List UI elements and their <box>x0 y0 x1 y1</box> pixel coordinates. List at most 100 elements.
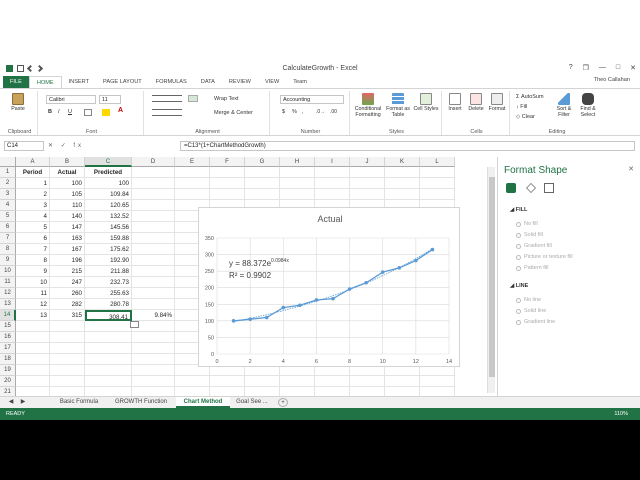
table-cell[interactable]: 196 <box>50 255 85 266</box>
grid-cell[interactable] <box>210 376 245 387</box>
grid-cell[interactable] <box>385 376 420 387</box>
sheet-tab-growth-function[interactable]: GROWTH Function <box>108 397 174 408</box>
row-header[interactable]: 15 <box>0 321 16 332</box>
new-sheet-icon[interactable]: + <box>278 398 288 407</box>
table-cell[interactable]: 10 <box>16 277 50 288</box>
row-header[interactable]: 13 <box>0 299 16 310</box>
grid-cell[interactable] <box>132 299 175 310</box>
align-top-icon[interactable] <box>152 95 182 102</box>
vertical-scrollbar[interactable] <box>487 167 495 393</box>
chart[interactable]: Actual 0 50 100 150 200 250 300 350 0 2 4 6 8 10 12 14 … <box>198 207 460 367</box>
grid-cell[interactable] <box>315 376 350 387</box>
column-header[interactable]: L <box>420 157 455 167</box>
grid-cell[interactable] <box>132 354 175 365</box>
bold-button[interactable]: B <box>48 109 52 115</box>
grid-cell[interactable] <box>245 376 280 387</box>
table-cell[interactable]: 109.84 <box>85 189 132 200</box>
grid-cell[interactable] <box>16 376 50 387</box>
row-header[interactable]: 7 <box>0 233 16 244</box>
grid-cell[interactable] <box>132 233 175 244</box>
help-button[interactable]: ? <box>569 64 573 72</box>
tab-insert[interactable]: INSERT <box>62 76 96 88</box>
name-box[interactable]: C14 <box>4 141 44 151</box>
data-point[interactable] <box>380 270 385 274</box>
grid-cell[interactable] <box>420 178 455 189</box>
grid-cell[interactable] <box>132 178 175 189</box>
font-size-select[interactable]: 11 <box>99 95 121 104</box>
pattern-fill-option[interactable]: Pattern fill <box>516 265 548 271</box>
grid-cell[interactable] <box>175 376 210 387</box>
font-color-icon[interactable]: A <box>118 107 123 114</box>
grid-cell[interactable] <box>50 343 85 354</box>
table-cell[interactable]: 247 <box>50 277 85 288</box>
sheet-tab-goal-seek[interactable]: Goal See ... <box>232 397 272 408</box>
size-properties-icon[interactable] <box>544 183 554 193</box>
select-all-corner[interactable] <box>0 157 16 167</box>
tab-file[interactable]: FILE <box>3 76 29 88</box>
table-cell[interactable]: 2 <box>16 189 50 200</box>
grid-cell[interactable] <box>132 200 175 211</box>
table-cell[interactable]: 5 <box>16 222 50 233</box>
row-header[interactable]: 8 <box>0 244 16 255</box>
grid-cell[interactable] <box>210 167 245 178</box>
grid-cell[interactable] <box>85 321 132 332</box>
format-as-table-button[interactable]: Format as Table <box>384 93 412 118</box>
find-select-button[interactable]: Find & Select <box>576 93 600 118</box>
autosum-button[interactable]: Σ AutoSum <box>516 94 544 100</box>
growth-rate-cell[interactable]: 9.84% <box>132 310 175 321</box>
column-header[interactable]: D <box>132 157 175 167</box>
grid-cell[interactable] <box>132 365 175 376</box>
grid-cell[interactable] <box>280 167 315 178</box>
grid-cell[interactable] <box>210 178 245 189</box>
grid-cell[interactable] <box>350 178 385 189</box>
paste-button[interactable]: Paste <box>4 93 32 112</box>
table-cell[interactable]: 255.63 <box>85 288 132 299</box>
table-cell[interactable]: 3 <box>16 200 50 211</box>
increase-decimal-icon[interactable]: .0→ <box>316 109 325 115</box>
table-cell[interactable]: 13 <box>16 310 50 321</box>
grid-cell[interactable] <box>50 354 85 365</box>
grid-cell[interactable] <box>350 376 385 387</box>
column-header[interactable]: E <box>175 157 210 167</box>
table-cell[interactable]: 100 <box>85 178 132 189</box>
table-cell[interactable]: 12 <box>16 299 50 310</box>
grid-cell[interactable] <box>245 189 280 200</box>
table-header-cell[interactable]: Period <box>16 167 50 178</box>
grid-cell[interactable] <box>210 189 245 200</box>
table-cell[interactable]: 100 <box>50 178 85 189</box>
table-cell[interactable]: 147 <box>50 222 85 233</box>
row-header[interactable]: 10 <box>0 266 16 277</box>
formula-input[interactable]: =C13*(1+ChartMethodGrowth) <box>180 141 635 151</box>
grid-cell[interactable] <box>315 167 350 178</box>
table-header-cell[interactable]: Predicted <box>85 167 132 178</box>
maximize-button[interactable]: □ <box>616 64 620 72</box>
table-cell[interactable]: 9 <box>16 266 50 277</box>
table-cell[interactable]: 140 <box>50 211 85 222</box>
row-header[interactable]: 16 <box>0 332 16 343</box>
table-cell[interactable]: 11 <box>16 288 50 299</box>
grid-cell[interactable] <box>420 167 455 178</box>
gradient-line-option[interactable]: Gradient line <box>516 319 555 325</box>
row-header[interactable]: 5 <box>0 211 16 222</box>
column-header[interactable]: I <box>315 157 350 167</box>
conditional-formatting-button[interactable]: Conditional Formatting <box>354 93 382 118</box>
comma-button[interactable]: , <box>302 109 304 115</box>
effects-icon[interactable] <box>526 183 536 193</box>
grid-cell[interactable] <box>50 376 85 387</box>
data-point[interactable] <box>231 319 236 323</box>
grid-cell[interactable] <box>85 376 132 387</box>
wrap-text-button[interactable]: Wrap Text <box>214 96 239 102</box>
align-left-icon[interactable] <box>152 109 182 116</box>
row-header[interactable]: 12 <box>0 288 16 299</box>
fill-line-icon[interactable] <box>506 183 516 193</box>
zoom-level[interactable]: 110% <box>614 408 628 420</box>
table-cell[interactable]: 315 <box>50 310 85 321</box>
fill-section-header[interactable]: ◢ FILL <box>510 207 527 213</box>
grid-cell[interactable] <box>315 189 350 200</box>
row-header[interactable]: 19 <box>0 365 16 376</box>
paste-options-icon[interactable] <box>130 321 139 328</box>
column-header[interactable]: B <box>50 157 85 167</box>
tab-review[interactable]: REVIEW <box>222 76 258 88</box>
grid-cell[interactable] <box>385 189 420 200</box>
sort-filter-button[interactable]: Sort & Filter <box>552 93 576 118</box>
